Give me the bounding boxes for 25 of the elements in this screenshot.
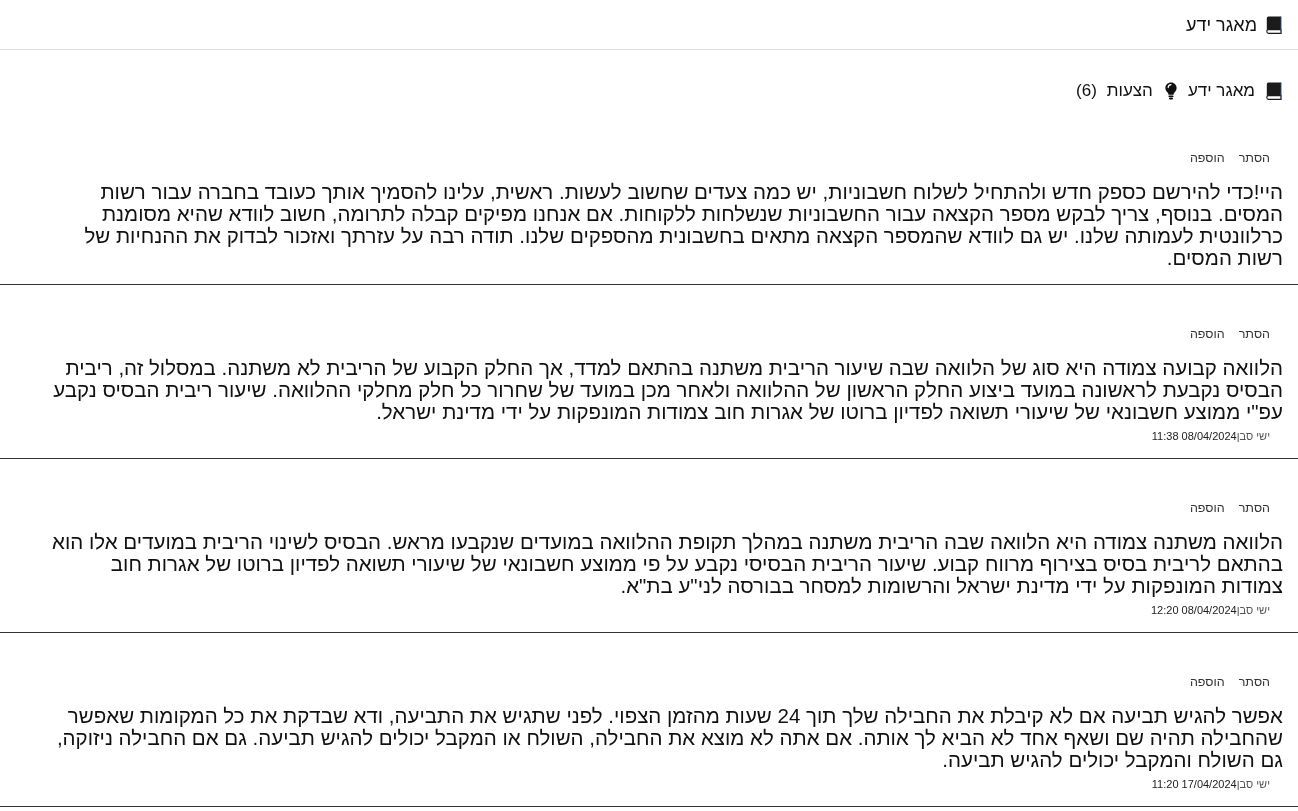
lightbulb-icon	[1164, 82, 1177, 100]
timestamp: 08/04/2024 12:20	[1151, 603, 1237, 617]
book-icon	[1266, 15, 1282, 34]
breadcrumb-link[interactable]: מאגר ידע	[1187, 81, 1255, 101]
action-link[interactable]: הסתר	[1238, 674, 1270, 690]
timestamp: 08/04/2024 11:38	[1151, 429, 1237, 443]
suggestion-count: (6)	[1076, 81, 1097, 101]
action-link[interactable]: הוספה	[1189, 674, 1225, 690]
suggestion-text: אפשר להגיש תביעה אם לא קיבלת את החבילה שלך תוך 24 שעות מהזמן הצפוי. לפני שתגיש את התביעה, ודא שבדקת את כל המקומות שאפשר שהחבילה תהיה שם ושאף אחד לא הביא לך אותה. אם אתה לא מוצא את החבילה, השולח או המקבל יכולים להגיש תביעה. גם אם החבילה ניזוקה, גם השולח והמקבל יכולים להגיש תביעה.	[55, 705, 1283, 771]
book-icon	[1266, 82, 1282, 100]
author-name: ישי סבן	[1236, 429, 1270, 443]
action-link[interactable]: הסתר	[1238, 326, 1270, 342]
action-link[interactable]: הוספה	[1189, 326, 1225, 342]
timestamp: 17/04/2024 11:20	[1151, 777, 1237, 791]
suggestion-text: הלוואה קבועה צמודה היא סוג של הלוואה שבה שיעור הריבית משתנה בהתאם למדד, אך החלק הקבוע של הריבית לא משתנה. במסלול זה, ריבית הבסיס נקבעת לראשונה במועד ביצוע החלק הראשון של ההלוואה ולאחר מכן במועד של שחרור כל חלק מחלקי ההלוואה. שיעור ריבית הבסיס נקבע עפ"י ממוצע חשבונאי של שיעורי תשואה לפדיון ברוטו של אגרות חוב צמודות המונפקות על ידי מדינת ישראל.	[52, 357, 1283, 423]
suggestion-text: הלוואה משתנה צמודה היא הלוואה שבה הריבית משתנה במהלך תקופת ההלוואה במועדים שנקבעו מראש. הבסיס לשינוי הריבית במועדים אלו הוא בהתאם לריבית בסיס בצירוף מרווח קבוע. שיעור הריבית הבסיסי נקבע על פי ממוצע חשבונאי של שיעורי תשואה לפדיון ברוטו של אגרות חוב צמודות המונפקות על ידי מדינת ישראל והרשומות למסחר בבורסה לני"ע בת"א.	[51, 531, 1283, 597]
author-name: ישי סבן	[1236, 777, 1270, 791]
action-link[interactable]: הסתר	[1238, 150, 1270, 166]
action-link[interactable]: הסתר	[1238, 500, 1270, 516]
breadcrumb-current: הצעות	[1106, 81, 1153, 101]
action-link[interactable]: הוספה	[1189, 500, 1225, 516]
action-link[interactable]: הוספה	[1189, 150, 1225, 166]
author-name: ישי סבן	[1236, 603, 1270, 617]
suggestion-text: היי!כדי להירשם כספק חדש ולהתחיל לשלוח חשבוניות, יש כמה צעדים שחשוב לעשות. ראשית, עלינו להסמיך אותך כעובד בחברה עבור רשות המסים. בנוסף, צריך לבקש מספר הקצאה עבור החשבוניות שנשלחות ללקוחות. אם אנחנו מפיקים קבלה לתרומה, חשוב לוודא שהיא מסומנת כרלוונטית לעמותה שלנו. יש גם לוודא שהמספר הקצאה מתאים בחשבונית מהספקים שלנו. תודה רבה על עזרתך ואזכור לבדוק את ההנחיות של רשות המסים.	[83, 181, 1283, 269]
header-title: מאגר ידע	[1185, 13, 1257, 36]
